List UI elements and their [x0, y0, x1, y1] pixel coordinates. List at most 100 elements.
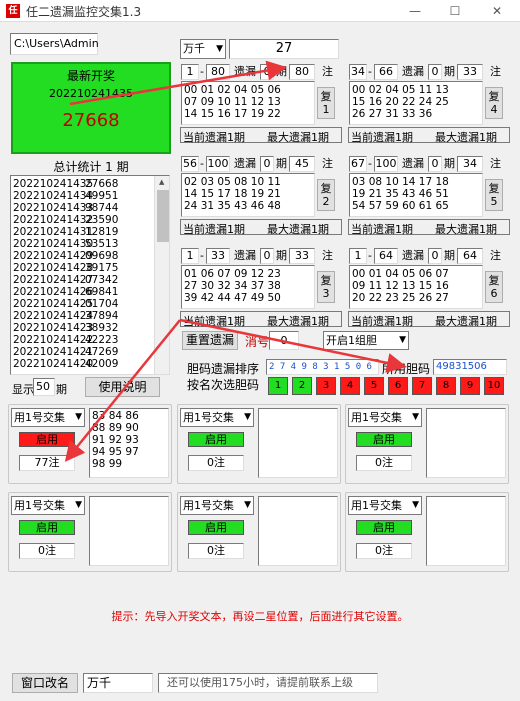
history-row[interactable]: 202210241434 49951 [13, 190, 153, 202]
miss-input[interactable]: 0 [428, 248, 442, 264]
intersection-number-list[interactable] [426, 408, 506, 478]
copy-button-1[interactable]: 复1 [317, 87, 335, 119]
enable-toggle-button[interactable]: 启用 [356, 520, 412, 535]
rank-button-5[interactable]: 5 [364, 377, 384, 395]
enable-toggle-button[interactable]: 启用 [356, 432, 412, 447]
history-scrollbar[interactable]: ▲ [154, 176, 169, 374]
miss-number-list[interactable]: 00 01 02 04 05 06 07 09 10 11 12 13 14 15 … [181, 81, 315, 125]
intersection-number-list[interactable]: 83 84 86 88 89 90 91 92 93 94 95 97 98 99 [89, 408, 169, 478]
intersection-number-list[interactable] [89, 496, 169, 566]
range-from-input[interactable]: 56 [181, 156, 199, 172]
miss-input[interactable]: 0 [260, 248, 274, 264]
history-row[interactable]: 202210241429 09698 [13, 250, 153, 262]
miss-number-list[interactable]: 00 01 04 05 06 07 09 11 12 13 15 16 20 22 … [349, 265, 483, 309]
miss-input[interactable]: 0 [428, 64, 442, 80]
intersection-number-list[interactable] [258, 496, 338, 566]
rank-button-8[interactable]: 8 [436, 377, 456, 395]
miss-input[interactable]: 0 [260, 64, 274, 80]
miss-label: 遗漏 [402, 249, 424, 262]
intersection-number-list[interactable] [258, 408, 338, 478]
history-row[interactable]: 202210241424 37894 [13, 310, 153, 322]
miss-number-list[interactable]: 00 02 04 05 11 13 15 16 20 22 24 25 26 27 … [349, 81, 483, 125]
history-row[interactable]: 202210241432 23590 [13, 214, 153, 226]
close-button[interactable]: ✕ [482, 2, 512, 20]
history-row[interactable]: 202210241430 53513 [13, 238, 153, 250]
copy-button-5[interactable]: 复5 [485, 179, 503, 211]
range-to-input[interactable]: 33 [206, 248, 230, 264]
rank-button-3[interactable]: 3 [316, 377, 336, 395]
periods-input[interactable]: 34 [457, 156, 483, 172]
intersection-select[interactable]: 用1号交集 ▼ [180, 408, 254, 427]
intersection-select[interactable]: 用1号交集 ▼ [180, 496, 254, 515]
rank-button-1[interactable]: 1 [268, 377, 288, 395]
enable-toggle-button[interactable]: 启用 [19, 520, 75, 535]
copy-button-4[interactable]: 复4 [485, 87, 503, 119]
rank-button-4[interactable]: 4 [340, 377, 360, 395]
enable-toggle-button[interactable]: 启用 [188, 432, 244, 447]
rank-button-10[interactable]: 10 [484, 377, 504, 395]
history-row[interactable]: 202210241421 47269 [13, 346, 153, 358]
periods-input[interactable]: 33 [457, 64, 483, 80]
range-to-input[interactable]: 100 [206, 156, 230, 172]
range-to-input[interactable]: 100 [374, 156, 398, 172]
rank-button-6[interactable]: 6 [388, 377, 408, 395]
group-select[interactable]: 开启1组胆 ▼ [323, 331, 409, 350]
history-row[interactable]: 202210241435 27668 [13, 178, 153, 190]
history-row[interactable]: 202210241423 38932 [13, 322, 153, 334]
maximize-button[interactable]: ☐ [440, 2, 470, 20]
periods-input[interactable]: 33 [289, 248, 315, 264]
history-row[interactable]: 202210241425 01704 [13, 298, 153, 310]
help-button[interactable]: 使用说明 [85, 377, 160, 397]
intersection-select[interactable]: 用1号交集 ▼ [11, 408, 85, 427]
position-value[interactable]: 27 [229, 39, 339, 59]
periods-input[interactable]: 64 [457, 248, 483, 264]
miss-input[interactable]: 0 [260, 156, 274, 172]
used-dan-value[interactable]: 49831506 [433, 359, 507, 375]
history-list[interactable]: 202210241435 27668 202210241434 49951 202210… [10, 175, 170, 375]
reset-miss-button[interactable]: 重置遗漏 [182, 331, 238, 350]
position-select[interactable]: 万千 ▼ [180, 39, 226, 59]
range-to-input[interactable]: 64 [374, 248, 398, 264]
history-row[interactable]: 202210241422 42223 [13, 334, 153, 346]
copy-button-3[interactable]: 复3 [317, 271, 335, 303]
minimize-button[interactable]: — [400, 2, 430, 20]
rename-window-button[interactable]: 窗口改名 [12, 673, 78, 693]
history-row[interactable]: 202210241427 07342 [13, 274, 153, 286]
copy-button-6[interactable]: 复6 [485, 271, 503, 303]
copy-button-2[interactable]: 复2 [317, 179, 335, 211]
kill-input[interactable]: 0 [269, 331, 299, 350]
display-count-input[interactable]: 50 [33, 378, 55, 396]
rank-button-7[interactable]: 7 [412, 377, 432, 395]
history-row[interactable]: 202210241433 98744 [13, 202, 153, 214]
miss-number-list[interactable]: 02 03 05 08 10 11 14 15 17 18 19 21 24 31 … [181, 173, 315, 217]
history-row[interactable]: 202210241420 42009 [13, 358, 153, 370]
miss-input[interactable]: 0 [428, 156, 442, 172]
miss-number-list[interactable]: 03 08 10 14 17 18 19 21 35 43 46 51 54 57 … [349, 173, 483, 217]
dan-sort-value[interactable]: 2 7 4 9 8 3 1 5 0 6 [266, 359, 379, 375]
enable-toggle-button[interactable]: 启用 [188, 520, 244, 535]
range-from-input[interactable]: 1 [181, 248, 199, 264]
periods-input[interactable]: 80 [289, 64, 315, 80]
range-to-input[interactable]: 66 [374, 64, 398, 80]
range-from-input[interactable]: 1 [349, 248, 367, 264]
history-row[interactable]: 202210241431 12819 [13, 226, 153, 238]
history-row[interactable]: 202210241428 39175 [13, 262, 153, 274]
range-from-input[interactable]: 34 [349, 64, 367, 80]
intersection-number-list[interactable] [426, 496, 506, 566]
range-to-input[interactable]: 80 [206, 64, 230, 80]
periods-input[interactable]: 45 [289, 156, 315, 172]
intersection-select[interactable]: 用1号交集 ▼ [11, 496, 85, 515]
window-name-input[interactable]: 万千 [83, 673, 153, 693]
scroll-up-icon[interactable]: ▲ [159, 178, 164, 186]
intersection-select[interactable]: 用1号交集 ▼ [348, 496, 422, 515]
miss-number-list[interactable]: 01 06 07 09 12 23 27 30 32 34 37 38 39 42 … [181, 265, 315, 309]
rank-button-2[interactable]: 2 [292, 377, 312, 395]
range-from-input[interactable]: 67 [349, 156, 367, 172]
history-row[interactable]: 202210241426 69841 [13, 286, 153, 298]
intersection-select[interactable]: 用1号交集 ▼ [348, 408, 422, 427]
path-input[interactable]: C:\Users\Admin [10, 33, 99, 55]
rank-button-9[interactable]: 9 [460, 377, 480, 395]
range-from-input[interactable]: 1 [181, 64, 199, 80]
scroll-thumb[interactable] [157, 190, 169, 242]
enable-toggle-button[interactable]: 启用 [19, 432, 75, 447]
